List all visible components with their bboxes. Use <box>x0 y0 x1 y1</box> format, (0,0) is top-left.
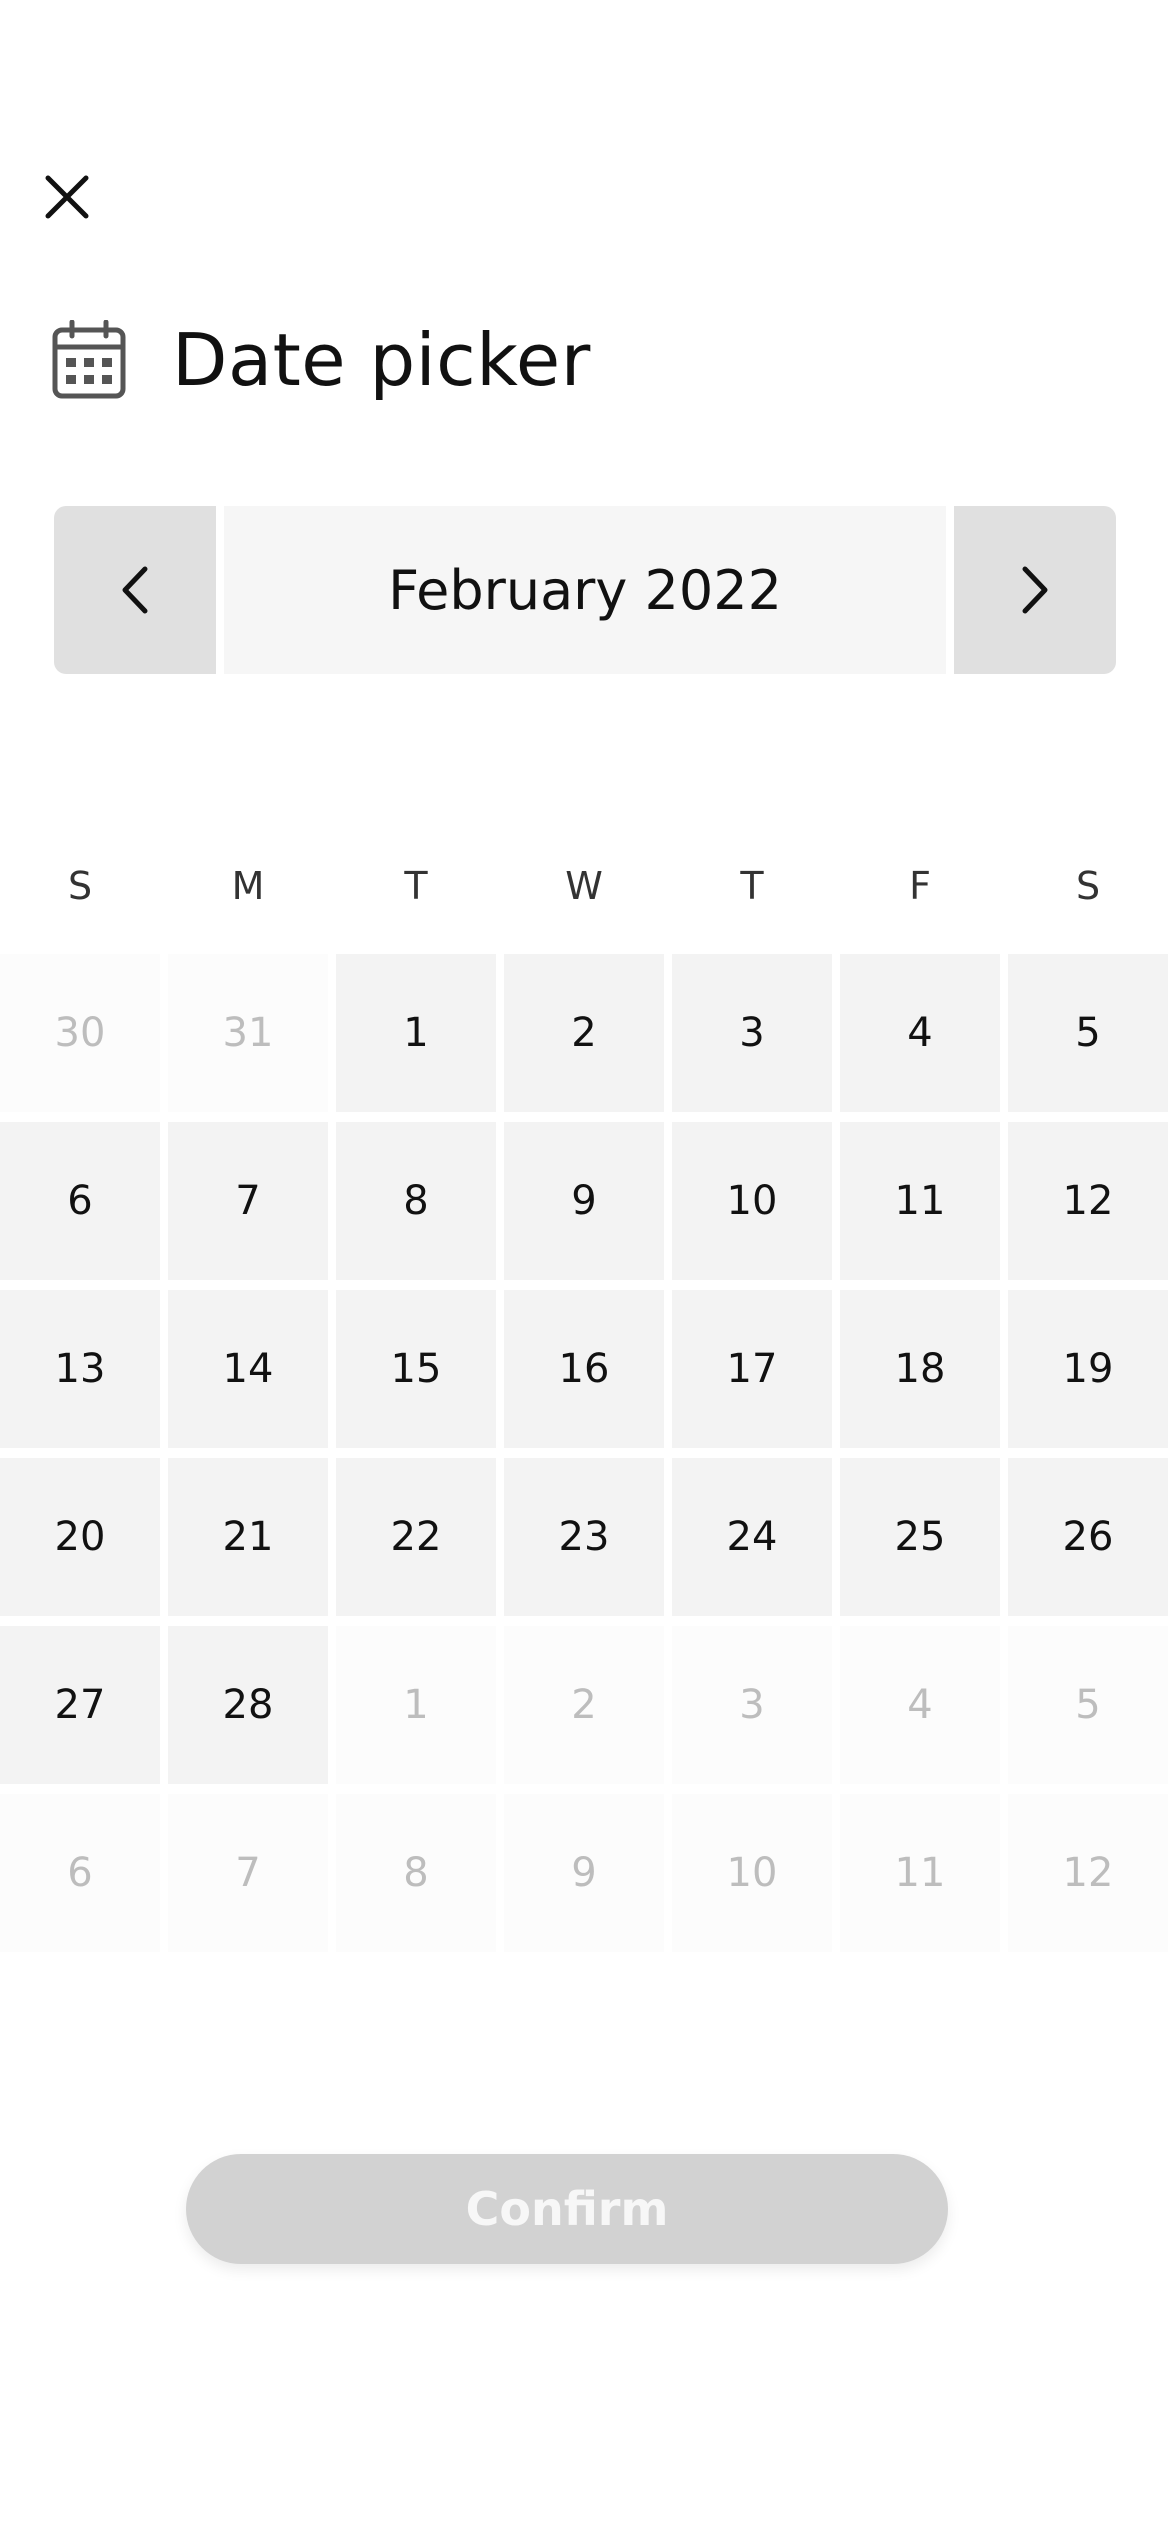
month-navigation: February 2022 <box>54 506 1116 674</box>
confirm-button[interactable]: Confirm <box>186 2154 948 2264</box>
day-cell[interactable]: 15 <box>336 1290 496 1448</box>
day-cell-outside-month[interactable]: 8 <box>336 1794 496 1952</box>
weekday-label: T <box>740 864 764 908</box>
day-cell-outside-month[interactable]: 31 <box>168 954 328 1112</box>
page-header: Date picker <box>52 310 591 410</box>
weekday-label: F <box>909 864 931 908</box>
weekday-label: M <box>231 864 265 908</box>
weekday-label: W <box>565 864 603 908</box>
previous-month-button[interactable] <box>54 506 216 674</box>
day-cell[interactable]: 5 <box>1008 954 1168 1112</box>
close-icon <box>45 175 89 219</box>
day-cell-outside-month[interactable]: 2 <box>504 1626 664 1784</box>
day-cell[interactable]: 22 <box>336 1458 496 1616</box>
day-cell[interactable]: 20 <box>0 1458 160 1616</box>
day-cell[interactable]: 12 <box>1008 1122 1168 1280</box>
day-cell[interactable]: 10 <box>672 1122 832 1280</box>
day-cell-outside-month[interactable]: 12 <box>1008 1794 1168 1952</box>
chevron-left-icon <box>122 566 148 614</box>
calendar-grid: 30 31 1 2 3 4 5 6 7 8 9 10 11 12 13 14 15 16 17 18 19 20 21 22 2… <box>0 954 1170 1952</box>
day-cell[interactable]: 6 <box>0 1122 160 1280</box>
day-cell[interactable]: 27 <box>0 1626 160 1784</box>
chevron-right-icon <box>1022 566 1048 614</box>
close-button[interactable] <box>40 170 94 224</box>
calendar-icon <box>52 320 126 399</box>
day-cell-outside-month[interactable]: 30 <box>0 954 160 1112</box>
day-cell[interactable]: 25 <box>840 1458 1000 1616</box>
day-cell[interactable]: 26 <box>1008 1458 1168 1616</box>
weekday-label: T <box>404 864 428 908</box>
day-cell-outside-month[interactable]: 11 <box>840 1794 1000 1952</box>
day-cell-outside-month[interactable]: 3 <box>672 1626 832 1784</box>
day-cell-outside-month[interactable]: 5 <box>1008 1626 1168 1784</box>
day-cell[interactable]: 21 <box>168 1458 328 1616</box>
day-cell[interactable]: 7 <box>168 1122 328 1280</box>
weekday-label: S <box>1075 864 1101 908</box>
day-cell-outside-month[interactable]: 4 <box>840 1626 1000 1784</box>
day-cell[interactable]: 19 <box>1008 1290 1168 1448</box>
day-cell[interactable]: 1 <box>336 954 496 1112</box>
next-month-button[interactable] <box>954 506 1116 674</box>
day-cell[interactable]: 9 <box>504 1122 664 1280</box>
day-cell[interactable]: 14 <box>168 1290 328 1448</box>
day-cell[interactable]: 23 <box>504 1458 664 1616</box>
day-cell[interactable]: 3 <box>672 954 832 1112</box>
day-cell[interactable]: 17 <box>672 1290 832 1448</box>
day-cell[interactable]: 11 <box>840 1122 1000 1280</box>
day-cell[interactable]: 4 <box>840 954 1000 1112</box>
day-cell[interactable]: 28 <box>168 1626 328 1784</box>
current-month-label: February 2022 <box>224 506 946 674</box>
page-title: Date picker <box>172 318 591 402</box>
day-cell[interactable]: 2 <box>504 954 664 1112</box>
day-cell[interactable]: 13 <box>0 1290 160 1448</box>
day-cell-outside-month[interactable]: 9 <box>504 1794 664 1952</box>
day-cell[interactable]: 16 <box>504 1290 664 1448</box>
day-cell[interactable]: 8 <box>336 1122 496 1280</box>
day-cell-outside-month[interactable]: 6 <box>0 1794 160 1952</box>
weekday-header-row: SMTWTFS <box>0 856 1170 916</box>
weekday-label: S <box>67 864 93 908</box>
day-cell[interactable]: 24 <box>672 1458 832 1616</box>
day-cell-outside-month[interactable]: 1 <box>336 1626 496 1784</box>
day-cell-outside-month[interactable]: 7 <box>168 1794 328 1952</box>
day-cell-outside-month[interactable]: 10 <box>672 1794 832 1952</box>
day-cell[interactable]: 18 <box>840 1290 1000 1448</box>
